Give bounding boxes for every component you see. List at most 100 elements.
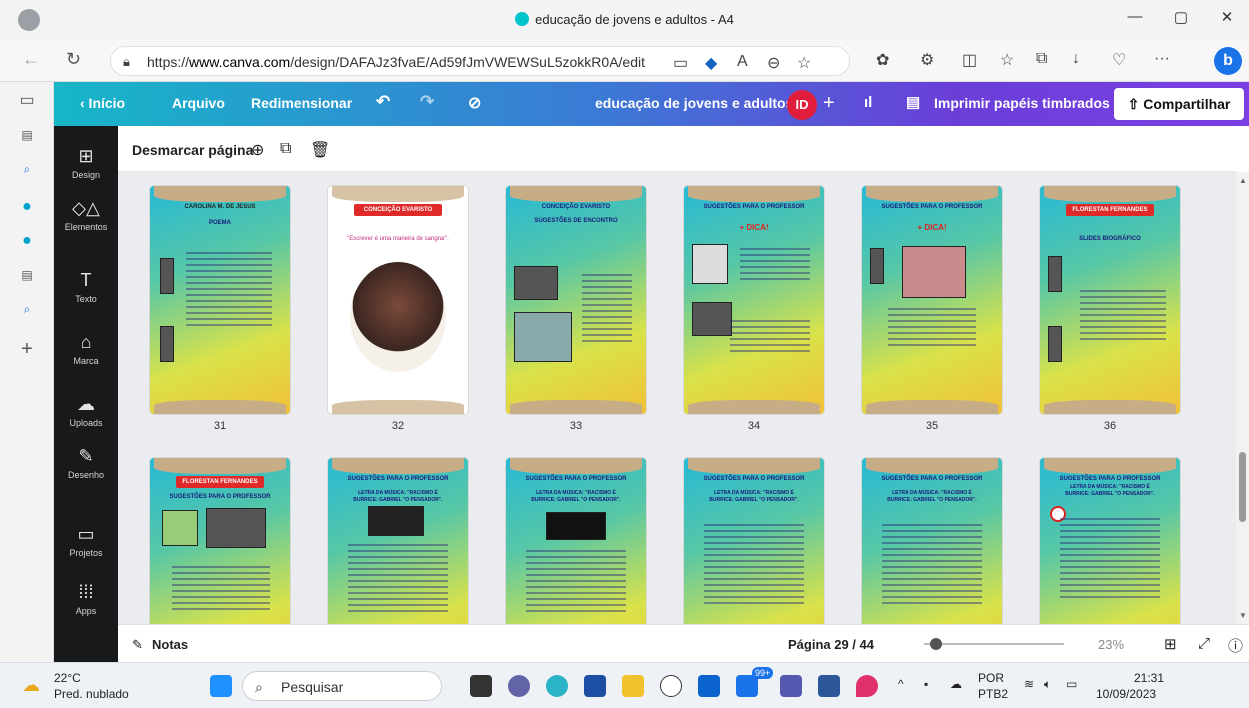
taskbar-search[interactable]: ⌕ Pesquisar bbox=[242, 671, 442, 701]
page-indicator[interactable]: Página 29 / 44 bbox=[788, 637, 874, 652]
file-explorer-icon[interactable] bbox=[622, 675, 644, 697]
redo-icon[interactable]: ↷ bbox=[420, 92, 434, 112]
notes-icon[interactable]: ✎ bbox=[132, 637, 143, 653]
deselect-page-button[interactable]: Desmarcar página bbox=[132, 142, 253, 158]
fullscreen-icon[interactable]: ⤢ bbox=[1198, 635, 1210, 652]
word-icon[interactable] bbox=[818, 675, 840, 697]
more-icon[interactable]: ··· bbox=[1154, 50, 1170, 68]
zoom-level[interactable]: 23% bbox=[1098, 637, 1124, 652]
weather-icon[interactable]: ☁ bbox=[22, 675, 40, 696]
page-thumbnail-40[interactable]: SUGESTÕES PARA O PROFESSOR LETRA DA MÚSI… bbox=[684, 458, 824, 624]
resize-menu[interactable]: Redimensionar bbox=[251, 95, 352, 111]
home-link[interactable]: ‹ Início bbox=[80, 95, 125, 111]
performance-icon[interactable]: ♡ bbox=[1112, 50, 1126, 70]
add-collaborator-icon[interactable]: + bbox=[823, 92, 835, 115]
language-code[interactable]: POR bbox=[978, 671, 1004, 685]
chevron-up-icon[interactable]: ^ bbox=[898, 677, 904, 691]
page-thumbnail-38[interactable]: SUGESTÕES PARA O PROFESSOR LETRA DA MÚSI… bbox=[328, 458, 468, 624]
address-bar[interactable]: 🔒︎ https://www.canva.com/design/DAFAJz3f… bbox=[110, 46, 850, 76]
extension-tag-icon[interactable]: ◆ bbox=[705, 53, 717, 73]
wifi-icon[interactable]: ≋ bbox=[1024, 677, 1034, 691]
add-icon[interactable]: + bbox=[17, 338, 37, 361]
keyboard-layout[interactable]: PTB2 bbox=[978, 687, 1008, 701]
teams-icon[interactable] bbox=[780, 675, 802, 697]
page-thumbnail-36[interactable]: FLORESTAN FERNANDES SLIDES BIOGRÁFICO bbox=[1040, 186, 1180, 414]
store-icon[interactable] bbox=[584, 675, 606, 697]
weather-temp[interactable]: 22°C bbox=[54, 671, 81, 685]
start-icon[interactable] bbox=[210, 675, 232, 697]
sidebar-item-text[interactable]: T Texto bbox=[54, 270, 118, 304]
zoom-icon[interactable]: ⊖ bbox=[767, 53, 780, 73]
battery-icon[interactable]: ▭ bbox=[1066, 677, 1077, 691]
minimize-button[interactable]: — bbox=[1120, 8, 1150, 25]
weather-desc[interactable]: Pred. nublado bbox=[54, 687, 129, 701]
tray-icon[interactable]: ▪ bbox=[924, 677, 928, 691]
save-status-icon[interactable]: ⊘ bbox=[468, 93, 481, 113]
tab-icon[interactable]: ▤ bbox=[17, 128, 37, 142]
page-thumbnail-31[interactable]: CAROLINA M. DE JESUS POEMA bbox=[150, 186, 290, 414]
page-thumbnail-39[interactable]: SUGESTÕES PARA O PROFESSOR LETRA DA MÚSI… bbox=[506, 458, 646, 624]
sidebar-item-apps[interactable]: ⁞⁞⁞ Apps bbox=[54, 582, 118, 616]
undo-icon[interactable]: ↶ bbox=[376, 92, 390, 112]
back-icon[interactable]: ← bbox=[22, 49, 40, 70]
scrollbar-thumb[interactable] bbox=[1239, 452, 1246, 522]
downloads-icon[interactable]: ↓ bbox=[1072, 50, 1080, 68]
page-thumbnail-42[interactable]: SUGESTÕES PARA O PROFESSOR LETRA DA MÚSI… bbox=[1040, 458, 1180, 624]
cloud-icon[interactable]: ☁ bbox=[950, 677, 962, 691]
sidebar-item-uploads[interactable]: ☁ Uploads bbox=[54, 394, 118, 428]
page-thumbnail-33[interactable]: CONCEIÇÃO EVARISTO SUGESTÕES DE ENCONTRO bbox=[506, 186, 646, 414]
favorite-star-icon[interactable]: ☆ bbox=[797, 53, 811, 73]
app-icon[interactable] bbox=[856, 675, 878, 697]
task-view-icon[interactable] bbox=[470, 675, 492, 697]
user-avatar[interactable]: ID bbox=[787, 90, 817, 120]
help-icon[interactable]: ⓘ bbox=[1228, 635, 1243, 656]
add-page-icon[interactable]: ⊕ bbox=[251, 140, 264, 160]
maximize-button[interactable]: ▢ bbox=[1166, 8, 1196, 26]
search-icon-2[interactable]: ⌕ bbox=[17, 302, 37, 317]
page-thumbnail-37[interactable]: FLORESTAN FERNANDES SUGESTÕES PARA O PRO… bbox=[150, 458, 290, 624]
delete-page-icon[interactable]: 🗑︎ bbox=[310, 140, 330, 160]
print-button[interactable]: Imprimir papéis timbrados bbox=[934, 95, 1110, 111]
sidebar-item-draw[interactable]: ✎ Desenho bbox=[54, 446, 118, 480]
canva-tab-active-icon[interactable]: ● bbox=[17, 232, 37, 250]
puzzle-icon[interactable]: ⚙ bbox=[920, 50, 934, 70]
chat-icon[interactable] bbox=[508, 675, 530, 697]
document-title[interactable]: educação de jovens e adultos bbox=[595, 95, 793, 111]
split-screen-icon[interactable]: ◫ bbox=[962, 50, 977, 70]
collections-icon[interactable]: ⧉ bbox=[1036, 50, 1047, 68]
edge-icon[interactable] bbox=[546, 675, 568, 697]
sidebar-item-design[interactable]: ⊞ Design bbox=[54, 146, 118, 180]
reader-icon[interactable]: ▭ bbox=[673, 53, 688, 73]
sidebar-item-elements[interactable]: ◇△ Elementos bbox=[54, 198, 118, 232]
read-aloud-icon[interactable]: A bbox=[737, 53, 748, 71]
canva-tab-icon[interactable]: ● bbox=[17, 198, 37, 216]
duplicate-page-icon[interactable]: ⧉ bbox=[280, 140, 291, 158]
page-thumbnail-32[interactable]: CONCEIÇÃO EVARISTO "Escrever é uma manei… bbox=[328, 186, 468, 414]
volume-icon[interactable]: 🔈︎ bbox=[1044, 677, 1051, 692]
page-thumbnail-34[interactable]: SUGESTÕES PARA O PROFESSOR + DICA! bbox=[684, 186, 824, 414]
zoom-slider-knob[interactable] bbox=[930, 638, 942, 650]
tab-icon-2[interactable]: ▤ bbox=[17, 268, 37, 282]
clock-time[interactable]: 21:31 bbox=[1104, 671, 1164, 685]
grid-view-icon[interactable]: ⊞ bbox=[1164, 635, 1177, 653]
print-icon[interactable]: ▤ bbox=[906, 93, 920, 111]
refresh-icon[interactable]: ↻ bbox=[66, 49, 81, 70]
dell-icon[interactable] bbox=[660, 675, 682, 697]
copilot-button[interactable]: b bbox=[1214, 47, 1242, 75]
tabs-icon[interactable]: ▭ bbox=[17, 90, 37, 110]
favorites-icon[interactable]: ☆ bbox=[1000, 50, 1014, 70]
extension-icon[interactable]: ✿ bbox=[876, 50, 889, 70]
page-thumbnail-41[interactable]: SUGESTÕES PARA O PROFESSOR LETRA DA MÚSI… bbox=[862, 458, 1002, 624]
search-icon[interactable]: ⌕ bbox=[17, 162, 37, 177]
sidebar-item-projects[interactable]: ▭ Projetos bbox=[54, 524, 118, 558]
analytics-icon[interactable]: ıl bbox=[864, 94, 872, 111]
page-thumbnail-35[interactable]: SUGESTÕES PARA O PROFESSOR + DICA! bbox=[862, 186, 1002, 414]
file-menu[interactable]: Arquivo bbox=[172, 95, 225, 111]
notes-button[interactable]: Notas bbox=[152, 637, 188, 652]
share-button[interactable]: ⇧ Compartilhar bbox=[1114, 88, 1244, 120]
monitor-icon[interactable] bbox=[698, 675, 720, 697]
close-button[interactable]: ✕ bbox=[1212, 8, 1242, 26]
zoom-slider[interactable] bbox=[924, 638, 1064, 650]
vertical-scrollbar[interactable]: ▲ ▼ bbox=[1236, 172, 1249, 624]
clock-date[interactable]: 10/09/2023 bbox=[1096, 687, 1156, 701]
